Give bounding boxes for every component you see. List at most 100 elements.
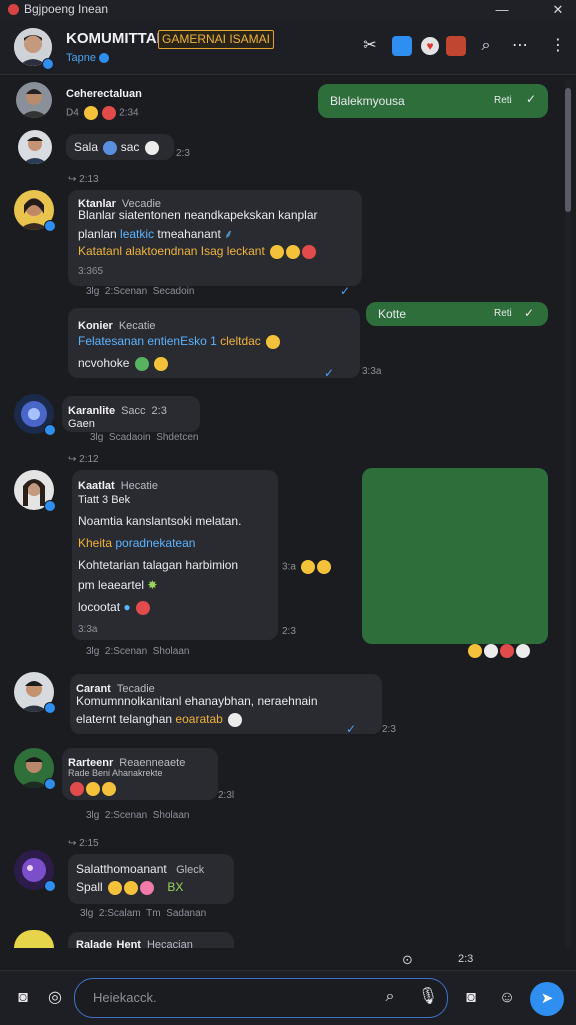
reaction-bar[interactable]	[466, 642, 530, 660]
search-icon[interactable]: ⌕	[474, 34, 498, 58]
scrollbar-thumb[interactable]	[565, 88, 571, 212]
message-header: Karanlite Sacc 2:3	[68, 405, 167, 417]
mic-icon[interactable]: 🎙	[415, 984, 441, 1010]
avatar[interactable]	[14, 930, 54, 948]
message-text: elaternt telanghan eoaratab	[76, 712, 243, 727]
message-bubble[interactable]: Ralade Hent Hecacian	[68, 932, 234, 951]
gamer-badge: GAMERNAI ISAMAI	[158, 30, 275, 49]
message-time: 3:3a	[78, 624, 98, 635]
read-check-icon: ✓	[346, 722, 357, 736]
message-bubble[interactable]: Karanlite Sacc 2:3 Gaen	[62, 396, 200, 432]
vertical-more-icon[interactable]: ⋮	[546, 34, 570, 58]
message-bubble[interactable]: Kaatlat Hecatie Tiatt 3 Bek Noamtia kansl…	[72, 470, 278, 640]
reply-indicator: ↪ 2:15	[68, 838, 99, 849]
read-check-icon: ✓	[324, 366, 335, 380]
verified-icon	[44, 880, 56, 892]
verified-icon	[44, 424, 56, 436]
more-icon[interactable]: ⋯	[508, 34, 532, 58]
outgoing-message[interactable]: Blalekmyousa Reti ✓	[318, 84, 548, 118]
verified-icon	[42, 58, 54, 70]
app-logo-icon	[8, 4, 19, 15]
message-bubble[interactable]: Sala sac	[66, 134, 174, 160]
gallery-icon[interactable]: ◙	[458, 985, 484, 1011]
message-text: Noamtia kanslantsoki melatan.	[78, 514, 242, 528]
message-meta: 3lg 2:Scenan Sholaan	[86, 646, 190, 657]
message-bubble[interactable]: Rarteenr Reaenneaete Rade Beni Ahanakrekt…	[62, 748, 218, 800]
message-text: Kotte	[378, 307, 407, 321]
message-text: Blalekmyousa	[330, 94, 405, 108]
message-status: Reti	[494, 308, 512, 319]
verified-icon	[44, 778, 56, 790]
window-titlebar: Bgjpoeng Inean — ✕	[0, 0, 576, 21]
message-time: 3:a	[282, 560, 331, 574]
message-text: Kohtetarian talagan harbimion	[78, 558, 239, 572]
message-meta: 3lg 2:Scalam Tm Sadanan	[80, 908, 207, 919]
sticker-icon[interactable]: ◎	[42, 985, 68, 1011]
minimize-button[interactable]: —	[490, 0, 514, 20]
message-header: Konier Kecatie	[78, 320, 156, 332]
message-time: 3:365	[78, 266, 104, 277]
read-check-icon: ✓	[524, 306, 535, 320]
send-button[interactable]: ➤	[530, 982, 564, 1016]
message-time: 2:3	[382, 724, 396, 735]
message-bubble[interactable]: Salatthomoanant Gleck Spall BX	[68, 854, 234, 904]
message-meta: 3lg 2:Scenan Sholaan	[86, 810, 190, 821]
message-text: Tiatt 3 Bek	[78, 494, 131, 506]
message-time: 2:3l	[218, 790, 235, 801]
blue-app-icon[interactable]	[390, 34, 414, 58]
message-time: 2:3	[282, 626, 296, 637]
input-placeholder: Heiekacck.	[93, 990, 157, 1005]
message-text-highlight: Katatanl alaktoendnan Isag leckant	[78, 244, 317, 259]
message-meta: 3lg Scadaoin Shdetcen	[90, 432, 199, 443]
message-text: Rade Beni Ahanakrekte	[68, 768, 163, 778]
gamepad-icon[interactable]	[444, 34, 468, 58]
message-text: Kheita poradnekatean	[78, 536, 196, 550]
avatar[interactable]	[16, 82, 52, 118]
message-text: Spall BX	[76, 880, 184, 895]
reply-indicator: ↪ 2:13	[68, 174, 99, 185]
reply-indicator: ↪ 2:12	[68, 454, 99, 465]
read-check-icon: ✓	[340, 284, 351, 298]
chat-title: KOMUMITTAN	[66, 30, 168, 47]
message-text: Blanlar siatentonen neandkapekskan kanpl…	[78, 208, 318, 222]
outgoing-media[interactable]	[362, 468, 548, 644]
tools-icon[interactable]: ✂	[358, 34, 382, 58]
emoji-icon[interactable]: ☺	[494, 985, 520, 1011]
search-icon[interactable]: ⌕	[377, 984, 403, 1010]
window-title: Bgjpoeng Inean	[24, 2, 109, 16]
verified-icon	[44, 702, 56, 714]
message-text: Sala sac	[74, 140, 159, 155]
status-bar: ⊙ 2:3	[0, 948, 576, 970]
message-header: Kaatlat Hecatie	[78, 480, 158, 492]
heart-badge-icon[interactable]: ♥	[418, 34, 442, 58]
message-meta: D4 2:34	[66, 106, 139, 120]
message-text: planlan leatkic tmeahanant ⸙	[78, 227, 234, 241]
chat-subtitle: Tapne	[66, 52, 110, 64]
camera-icon[interactable]: ◙	[10, 985, 36, 1011]
status-text: 2:3	[458, 953, 474, 965]
chat-header: KOMUMITTAN GAMERNAI ISAMAI Tapne ✂ ♥ ⌕ ⋯…	[0, 20, 576, 75]
message-text: ncvohoke	[78, 356, 169, 371]
message-bubble[interactable]: Carant Tecadie Komumnnolkanitanl ehanaybh…	[70, 674, 382, 734]
message-text: locootat ●	[78, 600, 150, 615]
message-header: Salatthomoanant Gleck	[76, 862, 205, 876]
message-text: Komumnnolkanitanl ehanaybhan, neraehnain	[76, 694, 318, 708]
message-input[interactable]: Heiekacck. ⌕ 🎙	[74, 978, 448, 1018]
message-bubble[interactable]: Ktanlar Vecadie Blanlar siatentonen neand…	[68, 190, 362, 286]
outgoing-message[interactable]: Kotte Reti ✓	[366, 302, 548, 326]
verified-icon	[44, 220, 56, 232]
message-bubble[interactable]: Konier Kecatie Felatesanan entienEsko 1 c…	[68, 308, 360, 378]
message-text: Gaen	[68, 418, 95, 430]
close-button[interactable]: ✕	[546, 0, 570, 20]
read-check-icon: ✓	[526, 92, 537, 106]
sender-name: Ceherectaluan	[66, 88, 142, 100]
message-time: 2:3	[176, 148, 190, 159]
message-time: 3:3a	[362, 366, 382, 377]
status-icon: ⊙	[402, 952, 413, 967]
verified-icon	[44, 500, 56, 512]
avatar[interactable]	[18, 130, 52, 164]
message-text: Felatesanan entienEsko 1 cleltdac	[78, 334, 281, 349]
message-text: pm leaeartel ✸	[78, 578, 158, 592]
message-status: Reti	[494, 95, 512, 106]
message-meta: 3lg 2:Scenan Secadoin	[86, 286, 195, 297]
